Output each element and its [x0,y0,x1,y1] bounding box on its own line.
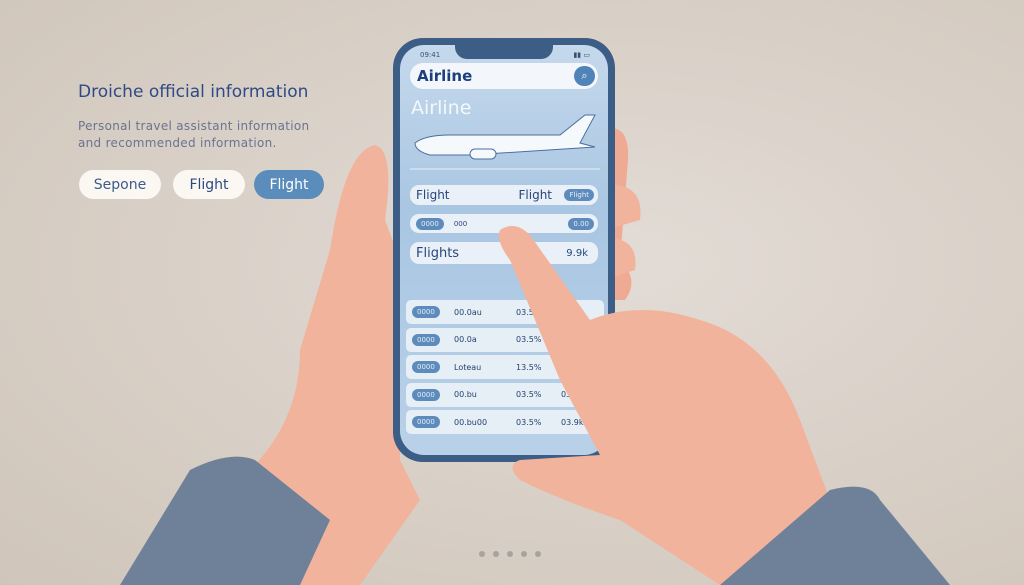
item-value-1: 03.5% [516,417,542,427]
list-item[interactable]: 0000 00.0au 03.5% [406,300,604,324]
item-value-2: 0.9 [561,335,574,344]
phone: 09:41 ▮▮ ▭ Airline ⌕ Airline Flight Flight… [393,38,615,462]
carousel-dots[interactable] [479,551,541,557]
row-label: Flights [416,245,460,261]
row-value: 9.9k [566,247,588,259]
carousel-dot[interactable] [493,551,499,557]
carousel-dot[interactable] [507,551,513,557]
list-item[interactable]: 0000 Loteau 13.5% 03.9% [406,355,604,379]
airplane-icon [410,114,600,170]
item-name: 00.bu00 [454,417,488,427]
list-item[interactable]: 0000 00.bu 03.5% 03.9% [406,382,604,407]
item-tag: 0000 [412,333,440,346]
carousel-dot[interactable] [535,551,541,557]
row-tag: Flight [564,189,594,201]
item-name: Loteau [454,362,482,372]
status-time: 09:41 [420,51,441,59]
list-item[interactable]: 0000 00.0a 03.5% 0.9 [406,327,604,352]
row-mid: 000 [453,219,468,228]
carousel-dot[interactable] [479,551,485,557]
row-tag: 0000 [416,217,444,230]
item-value-2: 03.9% [561,362,587,372]
row-label: Flight [416,188,450,202]
item-tag: 0000 [412,416,440,428]
item-value-2: 03.9% [561,390,587,399]
list-item[interactable]: 0000 00.bu00 03.5% 03.9k [406,410,604,434]
row-tag-right: 0.00 [568,217,594,230]
item-value-1: 03.5% [516,307,542,317]
battery-icon: ▮▮ ▭ [573,51,590,59]
item-name: 00.0au [454,307,482,317]
item-value-1: 13.5% [516,362,542,372]
search-bar[interactable]: Airline ⌕ [410,63,598,89]
item-name: 00.bu [454,390,477,399]
search-input[interactable]: Airline [417,67,472,85]
carousel-dot[interactable] [521,551,527,557]
item-value-2: 03.9k [561,417,584,427]
item-tag: 0000 [412,306,440,318]
filter-row[interactable]: 0000 000 0.00 [410,214,598,233]
phone-screen: 09:41 ▮▮ ▭ Airline ⌕ Airline Flight Flight… [400,45,608,455]
phone-notch [455,45,553,59]
flight-row[interactable]: Flight Flight Flight [410,185,598,205]
item-tag: 0000 [412,361,440,373]
search-icon[interactable]: ⌕ [574,66,595,86]
row-value: Flight [518,188,553,202]
flights-row[interactable]: Flights 9.9k [410,242,598,264]
item-name: 00.0a [454,335,477,344]
item-value-1: 03.5% [516,335,542,344]
item-tag: 0000 [412,388,440,401]
item-value-1: 03.5% [516,390,542,399]
